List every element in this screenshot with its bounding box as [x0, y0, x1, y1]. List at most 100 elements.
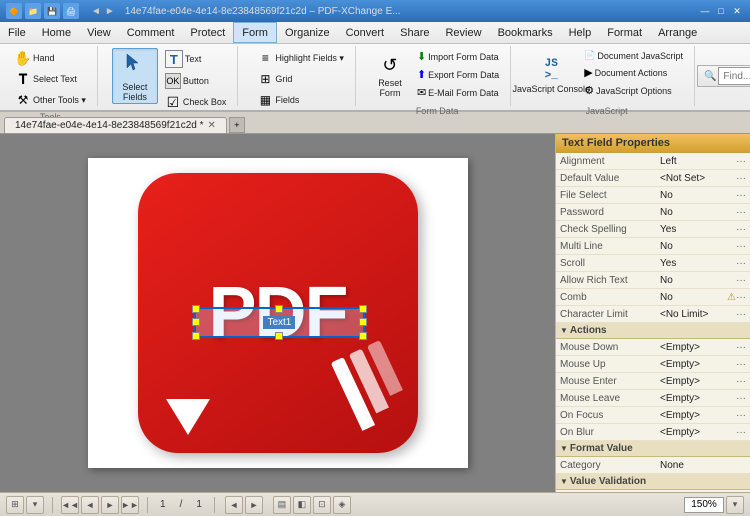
- menu-help[interactable]: Help: [561, 22, 600, 43]
- menu-comment[interactable]: Comment: [119, 22, 183, 43]
- maximize-button[interactable]: □: [714, 4, 728, 18]
- other-tools-button[interactable]: ⚒ Other Tools ▾: [10, 90, 91, 110]
- menu-convert[interactable]: Convert: [338, 22, 393, 43]
- props-section-actions[interactable]: ▼ Actions: [556, 323, 750, 339]
- minimize-button[interactable]: —: [698, 4, 712, 18]
- resize-handle-br[interactable]: [359, 332, 367, 340]
- doc-tab-close[interactable]: ✕: [208, 120, 216, 131]
- resize-handle-bm[interactable]: [275, 332, 283, 340]
- menu-format[interactable]: Format: [599, 22, 650, 43]
- button-button[interactable]: OK Button: [160, 71, 232, 91]
- export-form-button[interactable]: ⬆ Export Form Data: [412, 66, 504, 83]
- title-bar-icons: 🔶 📁 💾 🖨: [6, 3, 79, 19]
- pdf-pencils: [330, 340, 411, 431]
- reset-form-button[interactable]: ↺ ResetForm: [370, 48, 410, 104]
- nav-fwd-button[interactable]: ►: [245, 496, 263, 514]
- js-console-button[interactable]: JS>_ JavaScript Console: [525, 48, 577, 104]
- doc-tab[interactable]: 14e74fae-e04e-4e14-8e23848569f21c2d * ✕: [4, 117, 227, 133]
- props-menu-mouse-enter[interactable]: ···: [736, 376, 746, 387]
- props-menu-scroll[interactable]: ···: [736, 258, 746, 269]
- props-menu-file-select[interactable]: ···: [736, 190, 746, 201]
- nav-prev-button[interactable]: ◄: [81, 496, 99, 514]
- status-sep-3: [214, 497, 215, 513]
- nav-first-button[interactable]: ◄◄: [61, 496, 79, 514]
- props-menu-mouse-leave[interactable]: ···: [736, 393, 746, 404]
- highlight-fields-button[interactable]: ≡ Highlight Fields ▾: [252, 48, 349, 68]
- view-icon-3[interactable]: ⊡: [313, 496, 331, 514]
- resize-handle-mr[interactable]: [359, 318, 367, 326]
- ribbon-right: 🔍: [697, 46, 750, 106]
- props-menu-alignment[interactable]: ···: [736, 156, 746, 167]
- resize-handle-bl[interactable]: [192, 332, 200, 340]
- button-icon: OK: [165, 73, 181, 89]
- new-tab-button[interactable]: +: [229, 117, 245, 133]
- hand-button[interactable]: ✋ Hand: [10, 48, 91, 68]
- status-icon-1[interactable]: ⊞: [6, 496, 24, 514]
- props-menu-default-value[interactable]: ···: [736, 173, 746, 184]
- menu-protect[interactable]: Protect: [182, 22, 233, 43]
- form-data-col: ⬇ Import Form Data ⬆ Export Form Data ✉ …: [412, 48, 504, 101]
- nav-next-button[interactable]: ►: [101, 496, 119, 514]
- props-menu-multi-line[interactable]: ···: [736, 241, 746, 252]
- select-fields-label: SelectFields: [122, 82, 147, 102]
- resize-handle-ml[interactable]: [192, 318, 200, 326]
- doc-js-button[interactable]: 📄 Document JavaScript: [579, 48, 688, 63]
- import-form-button[interactable]: ⬇ Import Form Data: [412, 48, 504, 65]
- view-mode-icons: ▤ ◧ ⊡ ◈: [273, 496, 351, 514]
- check-box-button[interactable]: ☑ Check Box: [160, 92, 232, 112]
- menu-file[interactable]: File: [0, 22, 34, 43]
- props-menu-mouse-up[interactable]: ···: [736, 359, 746, 370]
- props-section-format-value[interactable]: ▼ Format Value: [556, 441, 750, 457]
- props-menu-rich-text[interactable]: ···: [736, 275, 746, 286]
- props-menu-on-blur[interactable]: ···: [736, 427, 746, 438]
- find-input[interactable]: [718, 67, 750, 85]
- menu-review[interactable]: Review: [437, 22, 489, 43]
- find-button[interactable]: 🔍: [697, 65, 750, 87]
- props-val-on-focus: <Empty>: [660, 410, 736, 421]
- zoom-input[interactable]: [684, 497, 724, 513]
- menu-view[interactable]: View: [79, 22, 119, 43]
- title-controls[interactable]: — □ ✕: [698, 4, 744, 18]
- js-options-button[interactable]: ⚙ JavaScript Options: [579, 82, 688, 99]
- view-icon-4[interactable]: ◈: [333, 496, 351, 514]
- props-menu-check-spelling[interactable]: ···: [736, 224, 746, 235]
- menu-share[interactable]: Share: [392, 22, 437, 43]
- props-key-scroll: Scroll: [560, 258, 660, 269]
- props-menu-comb[interactable]: ···: [736, 292, 746, 303]
- menu-arrange[interactable]: Arrange: [650, 22, 705, 43]
- resize-handle-tr[interactable]: [359, 305, 367, 313]
- nav-last-button[interactable]: ►►: [121, 496, 139, 514]
- menu-bookmarks[interactable]: Bookmarks: [490, 22, 561, 43]
- props-row-mouse-up: Mouse Up <Empty> ···: [556, 356, 750, 373]
- close-button[interactable]: ✕: [730, 4, 744, 18]
- text-icon: T: [165, 50, 183, 68]
- menu-form[interactable]: Form: [233, 22, 277, 43]
- doc-actions-button[interactable]: ▶ Document Actions: [579, 64, 688, 81]
- props-val-default-value: <Not Set>: [660, 173, 736, 184]
- props-val-char-limit: <No Limit>: [660, 309, 736, 320]
- select-fields-button[interactable]: SelectFields: [112, 48, 158, 104]
- props-section-value-validation[interactable]: ▼ Value Validation: [556, 474, 750, 490]
- props-menu-char-limit[interactable]: ···: [736, 309, 746, 320]
- props-menu-password[interactable]: ···: [736, 207, 746, 218]
- grid-button[interactable]: ⊞ Grid: [252, 69, 349, 89]
- fields-button[interactable]: ▦ Fields: [252, 90, 349, 110]
- status-icon-2[interactable]: ▾: [26, 496, 44, 514]
- zoom-dropdown-button[interactable]: ▾: [726, 496, 744, 514]
- text-field-box[interactable]: Text1: [194, 307, 365, 338]
- value-validation-arrow-icon: ▼: [560, 477, 568, 486]
- nav-back-button[interactable]: ◄: [225, 496, 243, 514]
- resize-handle-tm[interactable]: [275, 305, 283, 313]
- select-text-button[interactable]: 𝐓 Select Text: [10, 69, 91, 89]
- menu-home[interactable]: Home: [34, 22, 79, 43]
- props-menu-on-focus[interactable]: ···: [736, 410, 746, 421]
- menu-organize[interactable]: Organize: [277, 22, 338, 43]
- view-icon-2[interactable]: ◧: [293, 496, 311, 514]
- props-row-on-focus: On Focus <Empty> ···: [556, 407, 750, 424]
- text-button[interactable]: T Text: [160, 48, 232, 70]
- view-icon-1[interactable]: ▤: [273, 496, 291, 514]
- email-form-button[interactable]: ✉ E-Mail Form Data: [412, 84, 504, 101]
- props-menu-mouse-down[interactable]: ···: [736, 342, 746, 353]
- resize-handle-tl[interactable]: [192, 305, 200, 313]
- props-row-char-limit: Character Limit <No Limit> ···: [556, 306, 750, 323]
